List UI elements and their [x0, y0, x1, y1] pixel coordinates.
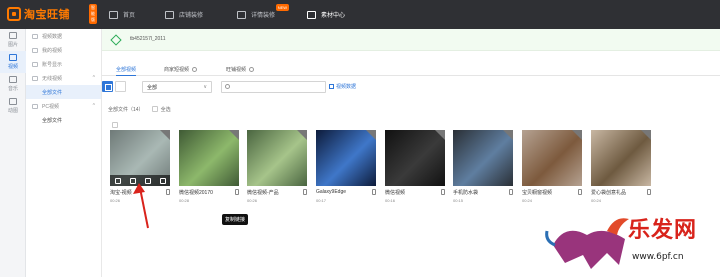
- bull-tail: [545, 230, 556, 247]
- bull-shape: [553, 230, 625, 269]
- arrow-shaft: [139, 187, 149, 229]
- watermark-url: www.6pf.cn: [632, 252, 684, 262]
- watermark-brand: 乐发网: [628, 217, 698, 243]
- arrow-head: [133, 183, 145, 194]
